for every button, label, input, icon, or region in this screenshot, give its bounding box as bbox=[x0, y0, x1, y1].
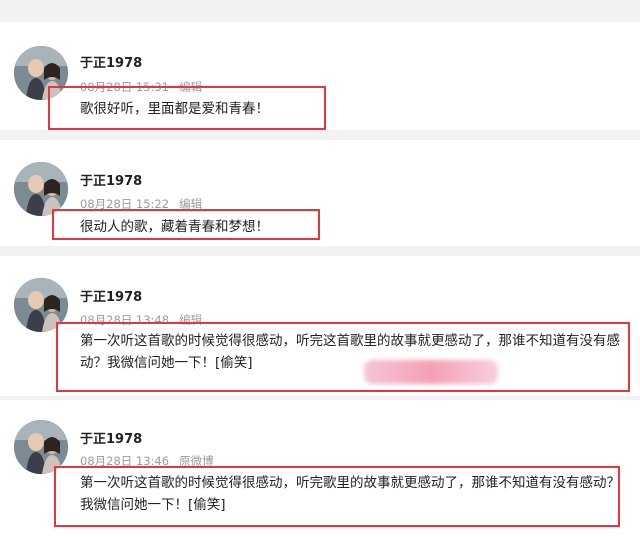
top-spacer bbox=[0, 0, 640, 20]
username[interactable]: 于正1978 bbox=[80, 170, 142, 189]
username[interactable]: 于正1978 bbox=[80, 428, 142, 447]
username[interactable]: 于正1978 bbox=[80, 286, 142, 305]
highlight-box bbox=[48, 86, 326, 130]
username[interactable]: 于正1978 bbox=[80, 52, 142, 71]
highlight-box bbox=[54, 466, 620, 527]
highlight-box bbox=[56, 322, 630, 392]
user-avatar[interactable] bbox=[14, 162, 68, 216]
comment-card: 于正1978 08月28日 15:31 编辑 歌很好听，里面都是爱和青春！ bbox=[0, 22, 640, 130]
avatar-photo-icon bbox=[14, 162, 68, 216]
comment-card: 于正1978 08月28日 13:48 编辑 第一次听这首歌的时候觉得很感动，听完… bbox=[0, 256, 640, 396]
comment-card: 于正1978 08月28日 15:22 编辑 很动人的歌，藏着青春和梦想！ bbox=[0, 140, 640, 246]
highlight-box bbox=[52, 209, 320, 240]
comment-card: 于正1978 08月28日 13:46 原微博 第一次听这首歌的时候觉得很感动，听… bbox=[0, 400, 640, 537]
